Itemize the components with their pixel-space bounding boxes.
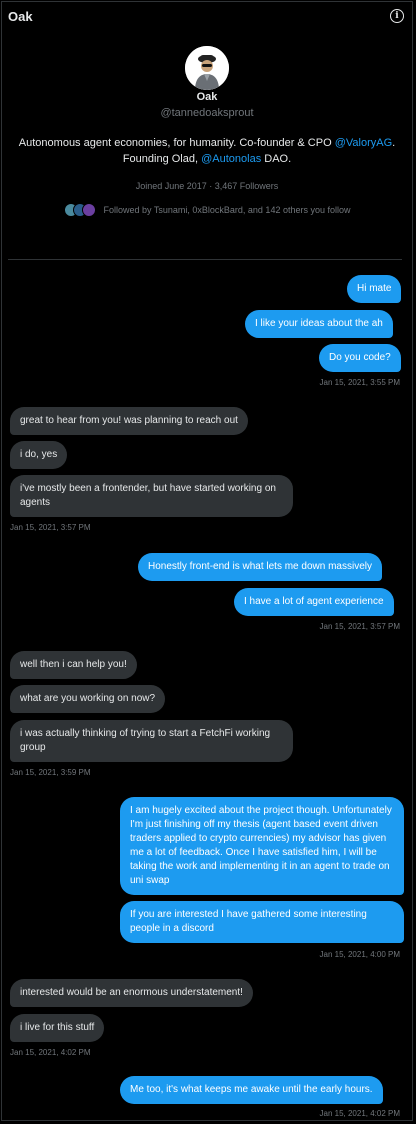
message-bubble-outgoing[interactable]: If you are interested I have gathered so… [120,901,404,943]
conversation-header: Oak i [2,2,412,30]
message-bubble-outgoing[interactable]: Hi mate [347,275,402,303]
avatar[interactable] [185,46,229,90]
profile-meta: Joined June 2017 · 3,467 Followers [135,181,279,191]
message-bubble-incoming[interactable]: what are you working on now? [10,685,166,713]
message-bubble-outgoing[interactable]: Honestly front-end is what lets me down … [138,553,382,581]
bio-text: Autonomous agent economies, for humanity… [18,137,335,149]
message-bubble-incoming[interactable]: i live for this stuff [10,1014,105,1042]
conversation-title: Oak [8,8,33,24]
message-bubble-outgoing[interactable]: I am hugely excited about the project th… [120,797,404,895]
conversation-window: Oak i Oak @tannedoaksprout Autonomous ag… [1,1,413,1121]
followed-by[interactable]: Followed by Tsunami, 0xBlockBard, and 14… [2,203,412,217]
avatar-image [185,46,229,90]
profile-name: Oak [196,91,218,103]
message-bubble-incoming[interactable]: interested would be an enormous understa… [10,979,253,1007]
followed-by-text: Followed by Tsunami, 0xBlockBard, and 14… [103,205,351,215]
message-bubble-incoming[interactable]: i was actually thinking of trying to sta… [10,720,293,762]
message-timestamp: Jan 15, 2021, 3:57 PM [10,523,91,532]
follower-avatar [81,203,96,217]
message-bubble-incoming[interactable]: i do, yes [10,441,68,469]
message-bubble-outgoing[interactable]: Do you code? [319,344,401,372]
message-bubble-outgoing[interactable]: I like your ideas about the ah [245,310,393,338]
profile-handle: @tannedoaksprout [160,107,254,119]
message-timestamp: Jan 15, 2021, 3:55 PM [319,378,401,387]
message-timestamp: Jan 15, 2021, 3:57 PM [319,622,401,631]
message-bubble-incoming[interactable]: i've mostly been a frontender, but have … [10,475,293,517]
message-timestamp: Jan 15, 2021, 4:02 PM [10,1048,91,1057]
profile-bio: Autonomous agent economies, for humanity… [18,135,396,167]
info-icon[interactable]: i [390,9,404,23]
message-bubble-incoming[interactable]: well then i can help you! [10,651,137,679]
follower-avatars [63,203,96,217]
message-bubble-incoming[interactable]: great to hear from you! was planning to … [10,407,248,435]
bio-link-valoryag[interactable]: @ValoryAG [335,137,392,149]
bio-text: DAO. [261,153,292,165]
message-timestamp: Jan 15, 2021, 4:02 PM [319,1109,401,1118]
bio-link-autonolas[interactable]: @Autonolas [201,153,261,165]
divider [8,259,402,260]
profile-card[interactable]: Oak @tannedoaksprout Autonomous agent ec… [2,30,412,217]
message-timestamp: Jan 15, 2021, 4:00 PM [319,950,401,959]
message-timestamp: Jan 15, 2021, 3:59 PM [10,768,91,777]
message-bubble-outgoing[interactable]: Me too, it's what keeps me awake until t… [120,1076,383,1104]
message-bubble-outgoing[interactable]: I have a lot of agent experience [234,588,394,616]
